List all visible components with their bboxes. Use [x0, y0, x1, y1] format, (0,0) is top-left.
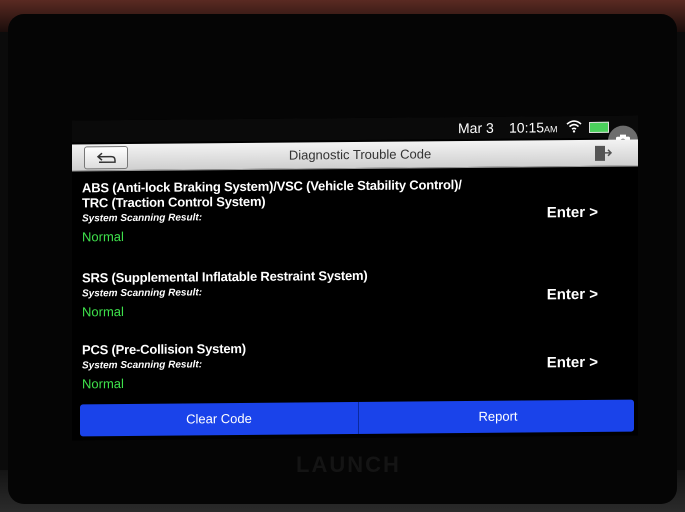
enter-button-pcs[interactable]: Enter > — [547, 354, 598, 371]
enter-button-abs[interactable]: Enter > — [547, 204, 598, 221]
status-time: 10:15AM — [509, 119, 558, 135]
system-row-srs: SRS (Supplemental Inflatable Restraint S… — [82, 266, 628, 319]
enter-button-srs[interactable]: Enter > — [547, 286, 598, 303]
clear-code-button[interactable]: Clear Code — [80, 402, 358, 436]
device-brand-logo: LAUNCH — [296, 452, 401, 477]
status-bar: Mar 3 10:15AM — [72, 115, 638, 143]
status-date: Mar 3 — [458, 119, 494, 137]
report-button[interactable]: Report — [359, 400, 637, 434]
scan-result-status: Normal — [82, 229, 124, 245]
system-row-abs: ABS (Anti-lock Braking System)/VSC (Vehi… — [82, 176, 628, 245]
page-title: Diagnostic Trouble Code — [288, 146, 432, 163]
device-screen: Mar 3 10:15AM Diagnostic Trouble Code AB… — [72, 115, 638, 441]
status-time-value: 10:15 — [509, 119, 545, 136]
action-bar: Clear Code Report — [80, 399, 637, 437]
exit-icon[interactable] — [592, 144, 612, 162]
system-row-pcs: PCS (Pre-Collision System) System Scanni… — [82, 338, 628, 392]
status-ampm: AM — [544, 124, 558, 135]
battery-icon — [589, 121, 609, 133]
scan-result-status: Normal — [82, 376, 124, 392]
wifi-icon — [566, 120, 582, 133]
system-name: SRS (Supplemental Inflatable Restraint S… — [82, 267, 368, 286]
title-bar: Diagnostic Trouble Code — [72, 139, 638, 172]
